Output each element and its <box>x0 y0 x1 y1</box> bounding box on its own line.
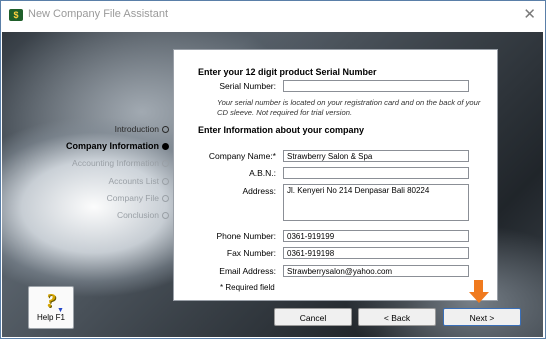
required-field-note: * Required field <box>220 283 275 292</box>
step-introduction: Introduction <box>66 121 169 138</box>
title-bar: $ New Company File Assistant ✕ <box>1 1 545 32</box>
serial-number-label: Serial Number: <box>219 81 276 91</box>
help-button[interactable]: ? ▼ Help F1 <box>28 286 74 329</box>
back-button[interactable]: < Back <box>358 308 436 326</box>
step-dot-icon <box>162 143 169 151</box>
phone-input[interactable]: 0361-919199 <box>283 230 469 242</box>
step-accounts-list: Accounts List <box>66 173 169 190</box>
step-dot-icon <box>162 194 169 202</box>
arrow-head <box>469 292 489 303</box>
step-dot-icon <box>162 126 169 133</box>
company-name-label: Company Name:* <box>208 151 276 161</box>
abn-input[interactable] <box>283 167 469 179</box>
step-dot-icon <box>162 160 169 168</box>
email-label: Email Address: <box>219 266 276 276</box>
wizard-steps: Introduction Company Information Account… <box>66 121 169 224</box>
abn-label: A.B.N.: <box>249 168 276 178</box>
help-question-icon: ? <box>46 290 56 312</box>
step-accounting-information: Accounting Information <box>66 155 169 172</box>
fax-input[interactable]: 0361-919198 <box>283 247 469 259</box>
address-input[interactable]: Jl. Kenyeri No 214 Denpasar Bali 80224 <box>283 184 469 221</box>
phone-label: Phone Number: <box>216 231 276 241</box>
cancel-button[interactable]: Cancel <box>274 308 352 326</box>
help-button-label: Help F1 <box>36 313 65 322</box>
fax-label: Fax Number: <box>226 248 276 258</box>
step-company-information: Company Information <box>66 138 169 155</box>
step-dot-icon <box>162 177 169 185</box>
dropdown-arrow-icon: ▼ <box>57 307 64 314</box>
company-heading: Enter Information about your company <box>198 125 365 135</box>
step-conclusion: Conclusion <box>66 207 169 224</box>
close-icon[interactable]: ✕ <box>523 5 536 25</box>
assistant-window: $ New Company File Assistant ✕ Introduct… <box>0 0 546 339</box>
form-panel: Enter your 12 digit product Serial Numbe… <box>173 49 498 301</box>
serial-number-input[interactable] <box>283 80 469 92</box>
company-name-input[interactable]: Strawberry Salon & Spa <box>283 150 469 162</box>
next-button[interactable]: Next > <box>443 308 521 326</box>
step-dot-icon <box>162 211 169 219</box>
window-title: New Company File Assistant <box>28 8 168 20</box>
app-icon: $ <box>9 9 23 21</box>
address-label: Address: <box>242 186 276 196</box>
email-input[interactable]: Strawberrysalon@yahoo.com <box>283 265 469 277</box>
step-company-file: Company File <box>66 190 169 207</box>
serial-heading: Enter your 12 digit product Serial Numbe… <box>198 67 377 77</box>
serial-note: Your serial number is located on your re… <box>217 98 481 117</box>
